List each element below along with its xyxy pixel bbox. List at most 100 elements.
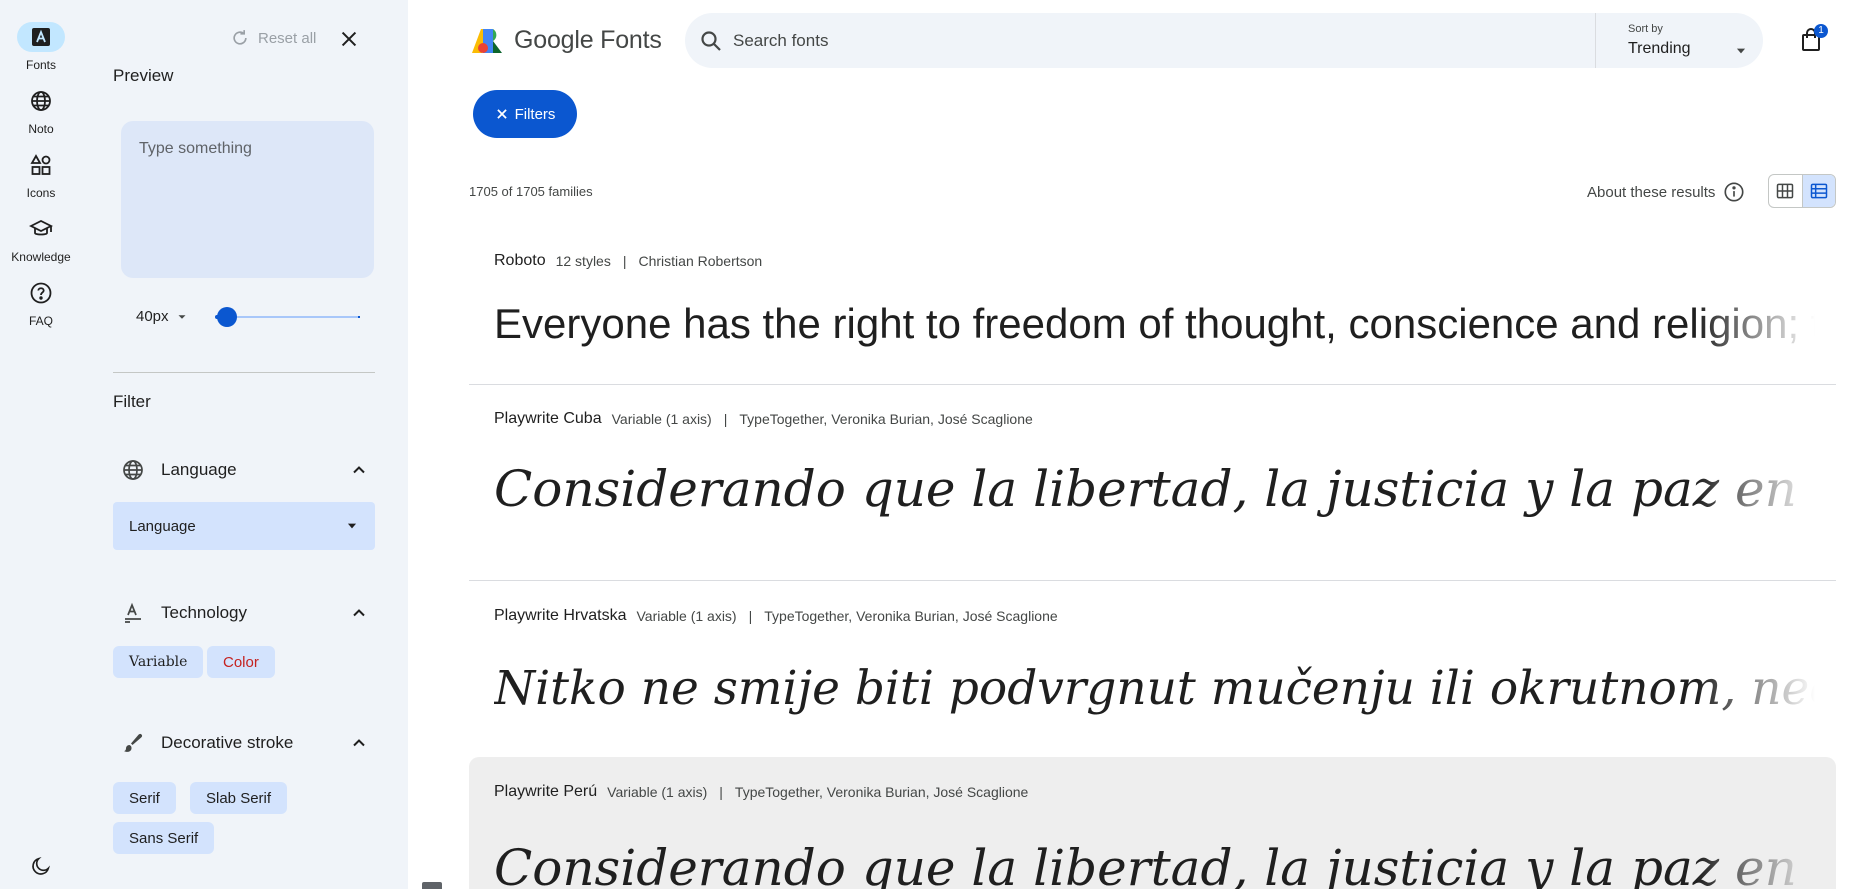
rail-item-fonts[interactable]: Fonts [0, 22, 82, 72]
chip-serif[interactable]: Serif [113, 782, 176, 814]
meta-separator: | [719, 784, 723, 800]
language-select[interactable]: Language [113, 502, 375, 550]
chip-color[interactable]: Color [207, 646, 275, 678]
font-designer: TypeTogether, Veronika Burian, José Scag… [734, 784, 1029, 800]
caret-down-icon [347, 523, 357, 529]
font-meta: Roboto 12 styles | Christian Robertson [494, 252, 762, 270]
font-size-select[interactable]: 40px [136, 308, 189, 325]
close-icon [496, 109, 507, 119]
fonts-icon [17, 22, 65, 52]
font-name: Playwrite Perú [494, 783, 598, 800]
close-icon [341, 31, 357, 47]
font-designer: TypeTogether, Veronika Burian, José Scag… [739, 411, 1033, 427]
chip-sans-serif[interactable]: Sans Serif [113, 822, 215, 854]
results-count: 1705 of 1705 families [469, 184, 593, 199]
chevron-up-icon [353, 466, 365, 474]
meta-separator: | [622, 253, 627, 269]
grid-view-icon [1777, 183, 1794, 199]
rail-label: FAQ [28, 314, 53, 328]
meta-separator: | [723, 411, 728, 427]
font-designer: Christian Robertson [638, 253, 763, 269]
grid-view-button[interactable] [1769, 175, 1802, 207]
font-meta: Playwrite Cuba Variable (1 axis) | TypeT… [494, 410, 1033, 428]
google-fonts-logo[interactable]: Google Fonts [470, 26, 662, 55]
rail-label: Icons [26, 186, 56, 200]
school-icon [17, 214, 65, 244]
font-size-value: 40px [136, 308, 169, 325]
font-sample: Nitko ne smije biti podvrgnut mučenju il… [494, 661, 1836, 716]
filters-toggle-button[interactable]: Filters [473, 90, 577, 138]
font-row-playwrite-cuba[interactable]: Playwrite Cuba Variable (1 axis) | TypeT… [469, 398, 1836, 580]
list-view-icon [1810, 183, 1828, 199]
sort-by-select[interactable]: Sort by Trending [1628, 21, 1748, 61]
dark-mode-icon[interactable] [30, 855, 52, 882]
globe-icon [17, 86, 65, 116]
decorative-stroke-section-label: Decorative stroke [161, 733, 294, 752]
search-icon [701, 31, 721, 51]
rail-label: Noto [28, 122, 54, 136]
font-styles: Variable (1 axis) [607, 784, 708, 800]
language-select-value: Language [129, 517, 196, 535]
google-fonts-logo-icon [472, 28, 502, 53]
preview-text-input[interactable]: Type something [121, 121, 374, 278]
chip-variable[interactable]: Variable [113, 646, 204, 678]
preview-title: Preview [113, 66, 174, 85]
font-sample: Considerando que la libertad, la justici… [494, 839, 1836, 889]
font-sample: Considerando que la libertad, la justici… [494, 460, 1836, 518]
technology-section-label: Technology [161, 603, 248, 622]
language-section-label: Language [161, 460, 237, 479]
sort-by-value: Trending [1628, 40, 1691, 57]
font-name: Roboto [494, 252, 546, 269]
about-results-button[interactable]: About these results [1587, 181, 1745, 203]
font-meta: Playwrite Hrvatska Variable (1 axis) | T… [494, 607, 1058, 625]
caret-down-icon [1736, 48, 1746, 54]
rail-label: Knowledge [11, 250, 71, 264]
filters-label: Filters [514, 105, 556, 123]
technology-icon [121, 601, 145, 625]
shapes-icon [17, 150, 65, 180]
font-row-playwrite-hrvatska[interactable]: Playwrite Hrvatska Variable (1 axis) | T… [469, 595, 1836, 755]
font-row-roboto[interactable]: Roboto 12 styles | Christian Robertson E… [469, 240, 1836, 384]
slider-end-mark [358, 316, 360, 318]
font-sample-text: Nitko ne smije biti podvrgnut mučenju il… [494, 661, 1836, 727]
font-name: Playwrite Hrvatska [494, 607, 627, 624]
close-panel-button[interactable] [338, 28, 360, 55]
language-section-toggle[interactable]: Language [121, 455, 369, 485]
row-divider [469, 384, 1836, 385]
font-sample-text: Everyone has the right to freedom of tho… [494, 300, 1836, 356]
rail-item-knowledge[interactable]: Knowledge [0, 214, 82, 264]
brush-icon [121, 731, 145, 755]
chip-slab-serif[interactable]: Slab Serif [190, 782, 288, 814]
rail-item-icons[interactable]: Icons [0, 150, 82, 200]
font-sample-text: Considerando que la libertad, la justici… [494, 460, 1836, 540]
view-toggle [1768, 174, 1836, 208]
chevron-up-icon [353, 609, 365, 617]
reset-all-button[interactable]: Reset all [230, 28, 316, 48]
info-icon [1724, 182, 1744, 202]
font-styles: Variable (1 axis) [636, 608, 737, 624]
snackbar-handle [422, 882, 442, 889]
rail-label: Fonts [25, 58, 56, 72]
language-icon [121, 458, 145, 482]
sort-by-label: Sort by [1628, 23, 1663, 35]
search-input[interactable] [733, 13, 1533, 68]
font-meta: Playwrite Perú Variable (1 axis) | TypeT… [494, 783, 1028, 801]
font-styles: 12 styles [555, 253, 611, 269]
font-size-slider[interactable] [215, 307, 360, 327]
shopping-bag-button[interactable]: 1 [1800, 24, 1828, 57]
font-sample-text: Considerando que la libertad, la justici… [494, 839, 1836, 889]
refresh-icon [233, 30, 247, 45]
google-fonts-app: Fonts Noto Icons Knowledge FAQ Reset all… [0, 0, 1866, 889]
caret-down-icon [178, 314, 186, 319]
help-icon [17, 278, 65, 308]
nav-rail: Fonts Noto Icons Knowledge FAQ [0, 0, 88, 889]
chevron-up-icon [353, 739, 365, 747]
list-view-button[interactable] [1801, 175, 1835, 207]
rail-item-faq[interactable]: FAQ [0, 278, 82, 328]
rail-item-noto[interactable]: Noto [0, 86, 82, 136]
decorative-stroke-section-toggle[interactable]: Decorative stroke [121, 728, 369, 758]
technology-section-toggle[interactable]: Technology [121, 598, 369, 628]
panel-divider [113, 372, 375, 373]
font-row-playwrite-peru[interactable]: Playwrite Perú Variable (1 axis) | TypeT… [469, 757, 1836, 889]
slider-thumb[interactable] [217, 307, 237, 327]
